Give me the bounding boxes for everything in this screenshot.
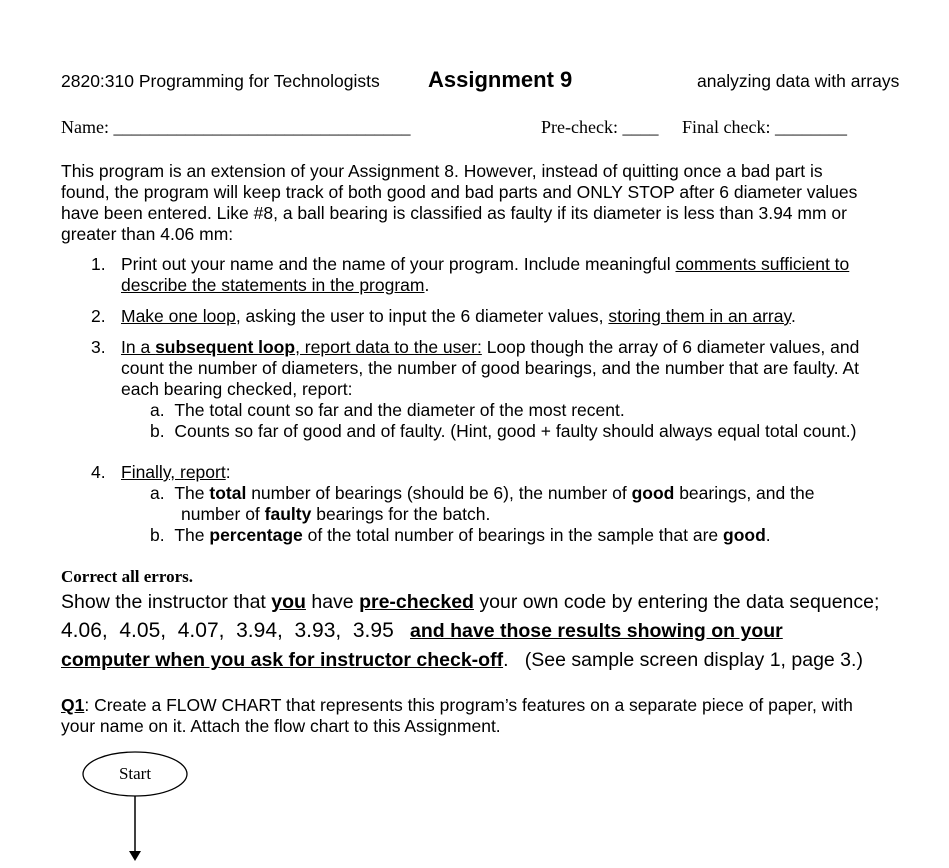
start-label: Start	[119, 764, 151, 783]
finalcheck-field[interactable]: Final check: ________	[682, 117, 847, 138]
show-instructor-line: Show the instructor that you have pre-ch…	[61, 591, 880, 613]
data-sequence-line: 4.06, 4.05, 4.07, 3.94, 3.93, 3.95 and h…	[61, 619, 783, 642]
checkoff-line: computer when you ask for instructor che…	[61, 649, 863, 671]
precheck-field[interactable]: Pre-check: ____	[541, 117, 658, 138]
assignment-subtitle: analyzing data with arrays	[697, 71, 900, 91]
list-item-4a-cont: number of faulty bearings for the batch.	[181, 504, 491, 524]
list-item-4a: a. The total number of bearings (should …	[150, 483, 815, 503]
flowchart: Start	[82, 751, 188, 861]
item-number: 3.	[91, 337, 106, 357]
q1-label: Q1	[61, 695, 85, 715]
data-sequence: 4.06, 4.05, 4.07, 3.94, 3.93, 3.95	[61, 619, 394, 642]
intro-line: have been entered. Like #8, a ball beari…	[61, 203, 847, 223]
item-number: 1.	[91, 254, 106, 274]
finalcheck-label: Final check:	[682, 117, 771, 137]
course-title: 2820:310 Programming for Technologists	[61, 71, 380, 91]
q1-paragraph: Q1: Create a FLOW CHART that represents …	[61, 695, 853, 736]
precheck-blank[interactable]: ____	[622, 117, 658, 137]
finalcheck-blank[interactable]: ________	[775, 117, 847, 137]
list-item-3b: b. Counts so far of good and of faulty. …	[150, 421, 857, 441]
correct-errors-heading: Correct all errors.	[61, 567, 193, 586]
intro-line: greater than 4.06 mm:	[61, 224, 234, 244]
list-item-3a: a. The total count so far and the diamet…	[150, 400, 625, 420]
intro-paragraph: This program is an extension of your Ass…	[61, 161, 857, 245]
item-number: 4.	[91, 462, 106, 482]
precheck-label: Pre-check:	[541, 117, 618, 137]
list-item-4b: b. The percentage of the total number of…	[150, 525, 771, 545]
arrow-down-icon	[129, 851, 141, 861]
name-label: Name:	[61, 117, 109, 137]
name-blank[interactable]: _________________________________	[113, 117, 410, 137]
intro-line: found, the program will keep track of bo…	[61, 182, 858, 202]
name-field[interactable]: Name: _________________________________	[61, 117, 410, 138]
intro-line: This program is an extension of your Ass…	[61, 161, 823, 181]
assignment-title: Assignment 9	[428, 67, 573, 92]
item-number: 2.	[91, 306, 106, 326]
